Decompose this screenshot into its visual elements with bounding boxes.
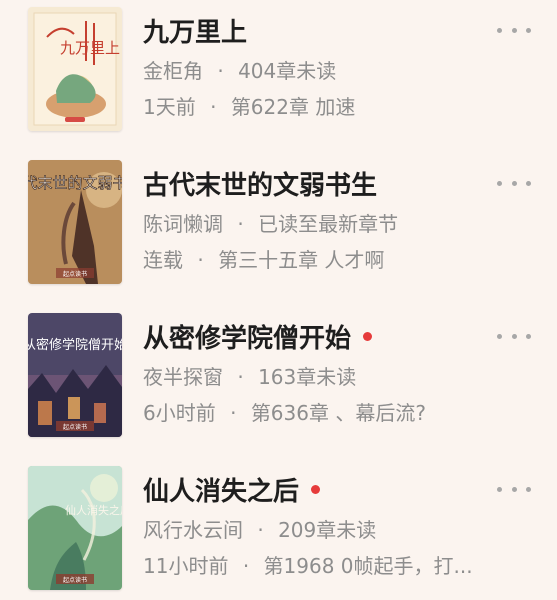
book-read-status: 404章未读 <box>238 59 337 83</box>
book-meta-author-status: 风行水云间 · 209章未读 <box>143 515 376 545</box>
meta-separator: · <box>257 518 264 542</box>
book-update-time: 11小时前 <box>143 554 229 578</box>
book-title-text[interactable]: 从密修学院僧开始 <box>143 324 351 354</box>
book-cover[interactable]: 九万里上 <box>28 7 122 131</box>
book-item-gudaimoshi[interactable]: 古代末世的文弱书生 起点读书 古代末世的文弱书生 陈词懒调 · 已读至最新章节 … <box>0 153 557 284</box>
book-meta-update-chapter: 连载 · 第三十五章 人才啊 <box>143 245 384 275</box>
meta-separator: · <box>230 401 237 425</box>
more-options-button[interactable] <box>497 20 531 40</box>
unread-dot-icon <box>311 485 321 494</box>
book-author: 陈词懒调 <box>143 212 223 236</box>
book-latest-chapter: 第636章 、幕后流? <box>250 401 426 425</box>
book-item-jiuwanlishang[interactable]: 九万里上 九万里上 金柜角 · 404章未读 1天前 · 第622章 加速 <box>0 0 557 131</box>
book-update-time: 6小时前 <box>143 401 216 425</box>
cover-badge: 起点读书 <box>63 423 87 431</box>
book-cover[interactable]: 从密修学院僧开始 起点读书 <box>28 313 122 437</box>
cover-title-text: 从密修学院僧开始 <box>28 337 122 353</box>
book-title[interactable]: 九万里上 <box>143 14 247 52</box>
book-cover-art: 古代末世的文弱书生 起点读书 <box>28 160 122 284</box>
cover-badge: 起点读书 <box>63 270 87 278</box>
cover-title-text: 仙人消失之后 <box>65 503 122 517</box>
meta-separator: · <box>237 212 244 236</box>
cover-title-text: 九万里上 <box>60 39 120 57</box>
book-latest-chapter: 第三十五章 人才啊 <box>218 248 385 272</box>
cover-badge: 起点读书 <box>63 576 87 584</box>
more-options-button[interactable] <box>497 326 531 346</box>
book-meta-author-status: 金柜角 · 404章未读 <box>143 56 336 86</box>
book-update-time: 连载 <box>143 248 183 272</box>
book-title-text[interactable]: 九万里上 <box>143 18 247 48</box>
more-dot-icon <box>526 486 531 492</box>
unread-dot-icon <box>363 332 373 341</box>
more-dot-icon <box>526 333 531 339</box>
more-dot-icon <box>497 333 502 339</box>
book-meta-update-chapter: 6小时前 · 第636章 、幕后流? <box>143 398 426 428</box>
book-title[interactable]: 仙人消失之后 <box>143 473 321 511</box>
book-read-status: 209章未读 <box>278 518 377 542</box>
meta-separator: · <box>217 59 224 83</box>
book-latest-chapter: 第622章 加速 <box>230 95 356 119</box>
meta-separator: · <box>197 248 204 272</box>
more-dot-icon <box>511 333 517 339</box>
more-dot-icon <box>497 27 502 33</box>
book-title[interactable]: 从密修学院僧开始 <box>143 320 373 358</box>
book-cover[interactable]: 古代末世的文弱书生 起点读书 <box>28 160 122 284</box>
meta-separator: · <box>210 95 217 119</box>
more-dot-icon <box>526 27 531 33</box>
book-cover-art: 仙人消失之后 起点读书 <box>28 466 122 590</box>
book-read-status: 163章未读 <box>258 365 357 389</box>
cover-title-text: 古代末世的文弱书生 <box>28 174 122 192</box>
book-item-congmixiu[interactable]: 从密修学院僧开始 起点读书 从密修学院僧开始 夜半探窗 · 163章未读 6小时… <box>0 306 557 437</box>
more-options-button[interactable] <box>497 173 531 193</box>
more-dot-icon <box>497 486 502 492</box>
meta-separator: · <box>242 554 250 578</box>
book-title-text[interactable]: 仙人消失之后 <box>143 477 299 507</box>
book-meta-author-status: 夜半探窗 · 163章未读 <box>143 362 356 392</box>
book-cover-art: 从密修学院僧开始 起点读书 <box>28 313 122 437</box>
book-cover[interactable]: 仙人消失之后 起点读书 <box>28 466 122 590</box>
book-read-status: 已读至最新章节 <box>258 212 399 236</box>
book-author: 金柜角 <box>143 59 203 83</box>
book-author: 风行水云间 <box>143 518 243 542</box>
book-title[interactable]: 古代末世的文弱书生 <box>143 167 377 205</box>
more-options-button[interactable] <box>497 479 531 499</box>
book-meta-update-chapter: 11小时前 · 第1968 0帧起手，打... <box>143 551 473 581</box>
book-meta-update-chapter: 1天前 · 第622章 加速 <box>143 92 355 122</box>
book-latest-chapter: 第1968 0帧起手，打... <box>263 554 473 578</box>
book-item-xianrenxiaoshi[interactable]: 仙人消失之后 起点读书 仙人消失之后 风行水云间 · 209章未读 11小时前 … <box>0 459 557 590</box>
book-cover-art: 九万里上 <box>28 7 122 131</box>
book-author: 夜半探窗 <box>143 365 223 389</box>
book-update-time: 1天前 <box>143 95 196 119</box>
more-dot-icon <box>511 27 517 33</box>
book-title-text[interactable]: 古代末世的文弱书生 <box>143 171 377 201</box>
more-dot-icon <box>497 180 502 186</box>
more-dot-icon <box>526 180 531 186</box>
book-meta-author-status: 陈词懒调 · 已读至最新章节 <box>143 209 398 239</box>
more-dot-icon <box>511 180 517 186</box>
more-dot-icon <box>511 486 517 492</box>
bookshelf-list: 九万里上 九万里上 金柜角 · 404章未读 1天前 · 第622章 加速 代末… <box>0 0 557 600</box>
meta-separator: · <box>237 365 244 389</box>
